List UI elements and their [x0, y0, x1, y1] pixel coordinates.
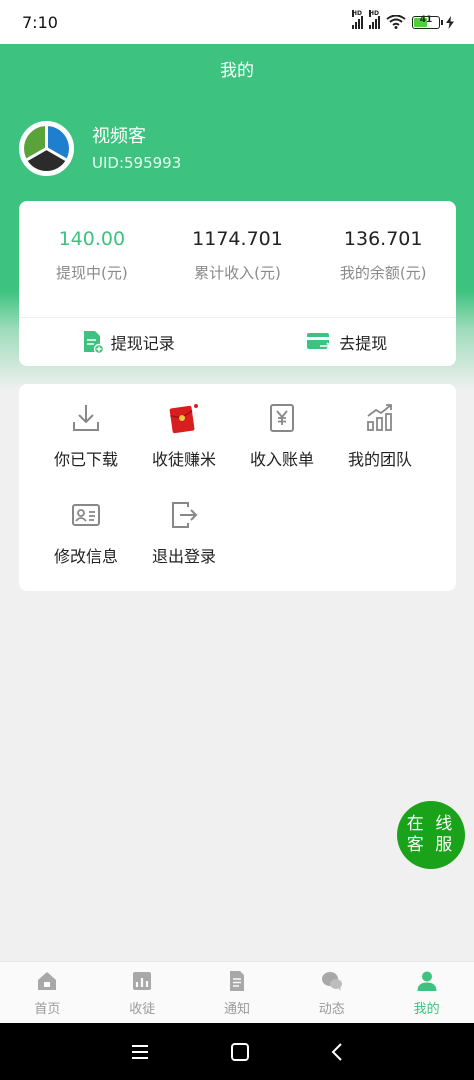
- withdraw-label: 去提现: [339, 334, 388, 353]
- yuan-bill-icon: [270, 404, 294, 432]
- earnings-card: 140.00 提现中(元) 1174.701 累计收入(元) 136.701 我…: [19, 201, 456, 366]
- customer-service-button[interactable]: 在 线 客 服: [397, 801, 465, 869]
- stat-label: 累计收入(元): [194, 264, 281, 282]
- menu-item-recruit[interactable]: 收徒赚米: [135, 402, 233, 470]
- customer-service-line2: 客 服: [406, 835, 456, 855]
- tab-label: 通知: [223, 1002, 250, 1017]
- tab-label: 我的: [413, 1002, 440, 1017]
- tab-apprentice[interactable]: 收徒: [95, 962, 190, 1023]
- card-transfer-icon: [307, 333, 332, 350]
- stat-balance[interactable]: 136.701 我的余额(元): [310, 201, 456, 317]
- home-button-icon[interactable]: [230, 1042, 250, 1062]
- menu-item-team[interactable]: 我的团队: [331, 402, 429, 470]
- withdraw-actions: 提现记录 去提现: [19, 318, 456, 366]
- menu-item-downloads[interactable]: 你已下载: [37, 402, 135, 470]
- stat-label: 提现中(元): [55, 264, 128, 282]
- menu-label: 收徒赚米: [151, 450, 216, 469]
- signal-icon: HD: [369, 10, 380, 29]
- avatar-cube-icon: [21, 123, 72, 174]
- menu-icon[interactable]: [130, 1043, 150, 1061]
- tab-mine[interactable]: 我的: [379, 962, 474, 1023]
- signal-icon: HD: [352, 10, 363, 29]
- logout-icon: [172, 502, 198, 528]
- stat-total-income[interactable]: 1174.701 累计收入(元): [165, 201, 311, 317]
- tab-label: 动态: [318, 1002, 345, 1017]
- withdraw-records-label: 提现记录: [110, 334, 175, 353]
- tab-label: 首页: [34, 1002, 61, 1017]
- menu-label: 你已下载: [53, 450, 118, 469]
- menu-label: 收入账单: [249, 450, 314, 469]
- user-id: UID:595993: [92, 154, 182, 172]
- back-icon[interactable]: [330, 1042, 344, 1062]
- stat-label: 我的余额(元): [339, 264, 427, 282]
- status-icons: HD HD 41: [352, 10, 454, 29]
- charging-icon: [446, 15, 454, 29]
- menu-label: 退出登录: [151, 547, 216, 566]
- red-envelope-icon: [169, 404, 198, 434]
- user-icon: [417, 971, 437, 991]
- menu-item-income-bill[interactable]: 收入账单: [233, 402, 331, 470]
- username: 视频客: [92, 126, 146, 147]
- tab-notice[interactable]: 通知: [190, 962, 285, 1023]
- tab-activity[interactable]: 动态: [284, 962, 379, 1023]
- battery-icon: 41: [412, 15, 443, 29]
- notice-icon: [229, 971, 244, 991]
- stat-withdrawing[interactable]: 140.00 提现中(元): [19, 201, 165, 317]
- menu-label: 我的团队: [347, 450, 412, 469]
- home-icon: [38, 972, 57, 990]
- status-bar: 7:10 HD HD 41: [0, 0, 474, 44]
- customer-service-line1: 在 线: [406, 814, 456, 834]
- menu-card: 你已下载 收徒赚米 收入账单 我的团队 修改信息 退出登录: [19, 384, 456, 591]
- apprentice-icon: [133, 972, 152, 990]
- chat-icon: [321, 972, 342, 991]
- stat-value: 1174.701: [192, 228, 283, 250]
- wifi-icon: [386, 15, 406, 29]
- menu-item-edit-info[interactable]: 修改信息: [37, 499, 135, 567]
- bar-chart-icon: [367, 404, 392, 431]
- stat-value: 136.701: [343, 228, 423, 250]
- document-add-icon: [83, 331, 104, 354]
- withdraw-records-button[interactable]: 提现记录: [19, 318, 238, 366]
- menu-item-logout[interactable]: 退出登录: [135, 499, 233, 567]
- page-title: 我的: [220, 61, 254, 81]
- system-navigation-bar: [0, 1023, 474, 1080]
- withdraw-button[interactable]: 去提现: [238, 318, 457, 366]
- tab-label: 收徒: [129, 1002, 156, 1017]
- bottom-tab-bar: 首页 收徒 通知 动态 我的: [0, 961, 474, 1023]
- status-time: 7:10: [22, 12, 58, 32]
- stats-row: 140.00 提现中(元) 1174.701 累计收入(元) 136.701 我…: [19, 201, 456, 317]
- avatar[interactable]: [19, 121, 74, 176]
- tab-home[interactable]: 首页: [0, 962, 95, 1023]
- download-icon: [73, 405, 99, 431]
- stat-value: 140.00: [58, 228, 126, 250]
- id-card-icon: [72, 504, 100, 526]
- menu-label: 修改信息: [53, 547, 118, 566]
